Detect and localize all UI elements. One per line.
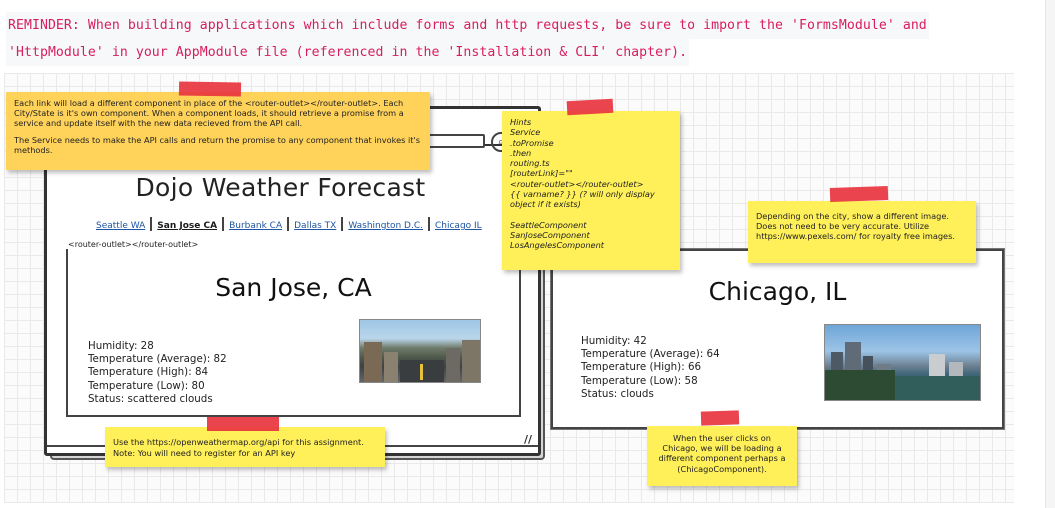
router-outlet-label: <router-outlet></router-outlet> [66, 240, 201, 249]
note-text: Depending on the city, show a different … [756, 211, 955, 242]
page-scrollbar[interactable] [1045, 0, 1055, 508]
city-title: Chicago, IL [708, 277, 847, 306]
weather-stats: Humidity: 28 Temperature (Average): 82 T… [88, 340, 227, 406]
reminder-text: REMINDER: When building applications whi… [6, 12, 1046, 66]
city-nav: Seattle WA San Jose CA Burbank CA Dallas TX… [96, 217, 482, 231]
temp-low-value: Temperature (Low): 58 [581, 374, 698, 387]
nav-link-washington[interactable]: Washington D.C. [348, 221, 423, 231]
city-photo [824, 324, 981, 401]
san-jose-card: San Jose, CA Humidity: 28 Temperature (A… [66, 245, 521, 417]
city-title: San Jose, CA [215, 273, 372, 302]
humidity-value: Humidity: 28 [88, 340, 154, 352]
note-spacer [510, 210, 672, 220]
tape-decoration [829, 185, 889, 203]
note-text: Use the https://openweathermap.org/api f… [113, 437, 364, 447]
tape-decoration [700, 410, 740, 426]
note-text: Note: You will need to register for an A… [113, 448, 296, 458]
note-text: LosAngelesComponent [510, 240, 604, 251]
note-text: When the user clicks on Chicago, we will… [658, 433, 786, 474]
tape-decoration [566, 98, 614, 116]
sticky-note-routing: Each link will load a different componen… [6, 92, 430, 170]
nav-link-dallas[interactable]: Dallas TX [294, 221, 336, 231]
nav-link-burbank[interactable]: Burbank CA [229, 221, 282, 231]
sticky-note-api: Use the https://openweathermap.org/api f… [105, 427, 385, 467]
note-text: SeattleComponent [510, 219, 587, 230]
note-text: .then [510, 147, 532, 158]
status-value: Status: scattered clouds [88, 392, 213, 405]
weather-stats: Humidity: 42 Temperature (Average): 64 T… [581, 335, 720, 401]
sticky-note-hints: Hints Service .toPromise .then routing.t… [502, 111, 680, 270]
sticky-note-images: Depending on the city, show a different … [748, 201, 976, 263]
nav-separator [222, 217, 225, 231]
note-text: <router-outlet></router-outlet> [510, 178, 644, 189]
wireframe-image: ⌕ // Dojo Weather Forecast Seattle WA San… [4, 73, 1014, 503]
tape-decoration [207, 417, 279, 431]
temp-average-value: Temperature (Average): 64 [581, 348, 720, 361]
status-value: Status: clouds [581, 387, 654, 400]
note-text: Hints [510, 117, 532, 127]
note-text: routing.ts [510, 158, 550, 169]
note-text: .toPromise [510, 137, 554, 148]
nav-separator [428, 217, 430, 231]
temp-average-value: Temperature (Average): 82 [88, 353, 227, 366]
note-text: The Service needs to make the API calls … [14, 134, 420, 155]
humidity-value: Humidity: 42 [581, 335, 647, 347]
nav-separator [341, 217, 344, 231]
nav-separator [150, 217, 153, 231]
nav-link-chicago[interactable]: Chicago IL [435, 221, 482, 231]
temp-low-value: Temperature (Low): 80 [88, 379, 205, 392]
note-text: Service [510, 127, 541, 138]
note-text: Each link will load a different componen… [14, 98, 404, 129]
nav-link-san-jose[interactable]: San Jose CA [157, 221, 217, 231]
chicago-card: Chicago, IL Humidity: 42 Temperature (Av… [551, 249, 1004, 429]
resize-grip-icon: // [523, 433, 532, 446]
note-text: {{ varname? }} (? will only display obje… [510, 189, 655, 210]
temp-high-value: Temperature (High): 84 [88, 366, 209, 379]
note-text: [routerLink]="" [510, 168, 573, 179]
temp-high-value: Temperature (High): 66 [581, 361, 702, 374]
reminder-line-1: REMINDER: When building applications whi… [6, 12, 929, 39]
nav-link-seattle[interactable]: Seattle WA [96, 221, 145, 231]
note-text: SanJoseComponent [510, 229, 590, 240]
reminder-line-2: 'HttpModule' in your AppModule file (ref… [6, 39, 690, 66]
tape-decoration [178, 81, 242, 97]
city-photo [359, 319, 481, 383]
sticky-note-chicago: When the user clicks on Chicago, we will… [647, 426, 797, 486]
nav-separator [287, 217, 290, 231]
site-title: Dojo Weather Forecast [135, 173, 426, 202]
